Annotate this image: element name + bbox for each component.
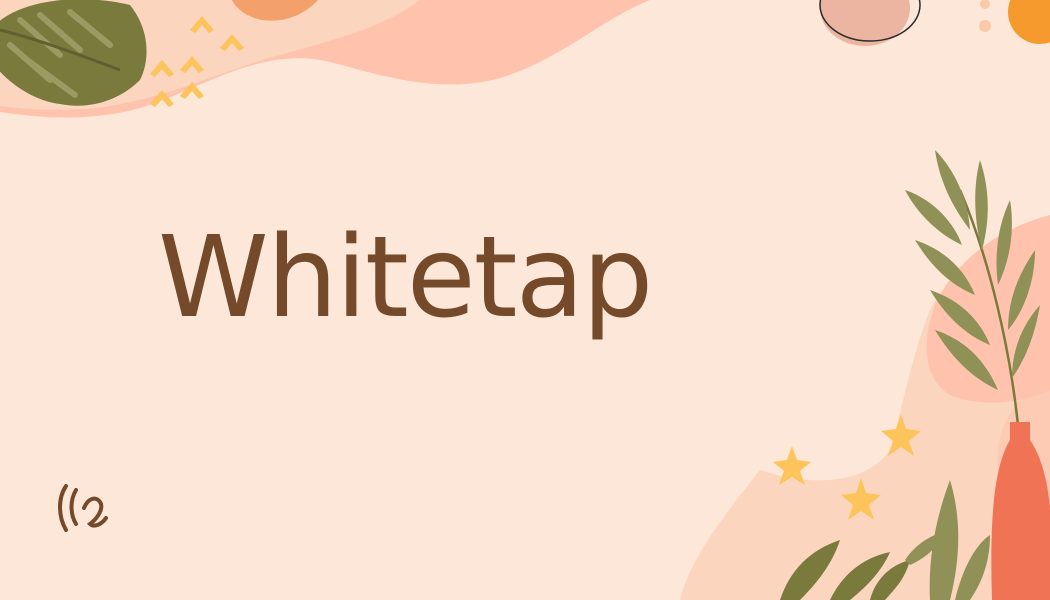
- hero-banner: Whitetap: [0, 0, 1050, 600]
- whitetap-logo-mark-icon: [58, 484, 108, 532]
- brand-wordmark: Whitetap: [158, 213, 653, 343]
- circle-icon: [819, 0, 1050, 46]
